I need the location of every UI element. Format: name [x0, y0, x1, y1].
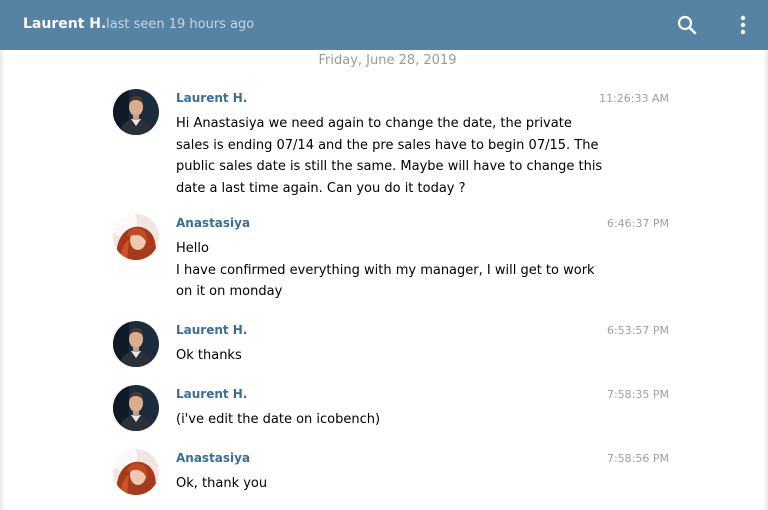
- chat-header: Laurent H. last seen 19 hours ago: [0, 0, 768, 50]
- search-button[interactable]: [672, 10, 702, 40]
- avatar[interactable]: [113, 89, 159, 135]
- message-text-line: I have confirmed everything with my mana…: [176, 262, 595, 278]
- message-text: Hello I have confirmed everything with my…: [176, 238, 596, 303]
- message-text: (i've edit the date on icobench): [176, 409, 596, 431]
- message-text: Hi Anastasiya we need again to change th…: [176, 113, 603, 199]
- avatar[interactable]: [113, 321, 159, 367]
- message-text-line: (i've edit the date on icobench): [176, 412, 381, 427]
- message-text-line: Ok thanks: [176, 348, 242, 363]
- right-edge-shadow: [763, 50, 768, 510]
- search-icon: [677, 15, 697, 35]
- message-text-line: on it on monday: [176, 284, 283, 299]
- message-author[interactable]: Laurent H.: [176, 91, 247, 105]
- avatar[interactable]: [113, 214, 159, 260]
- message-text-line: date a last time again. Can you do it to…: [176, 180, 466, 196]
- avatar[interactable]: [113, 385, 159, 431]
- more-button[interactable]: [728, 10, 758, 40]
- date-separator: Friday, June 28, 2019: [318, 53, 457, 68]
- message-text-line: Hi Anastasiya we need again to change th…: [176, 116, 572, 131]
- contact-status: last seen 19 hours ago: [106, 17, 255, 32]
- message-time: 7:58:56 PM: [606, 452, 669, 465]
- message-time: 6:53:57 PM: [606, 324, 669, 337]
- message-text-line: sales is ending 07/14 and the pre sales …: [176, 137, 599, 153]
- message-text: Ok thanks: [176, 345, 596, 367]
- message-author[interactable]: Anastasiya: [176, 451, 250, 465]
- message-author[interactable]: Laurent H.: [176, 387, 247, 401]
- left-edge-shadow: [0, 50, 5, 510]
- contact-name[interactable]: Laurent H.: [23, 16, 106, 32]
- more-vertical-icon: [740, 15, 746, 35]
- message-text-line: public sales date is still the same. May…: [176, 159, 603, 174]
- message-text-line: Ok, thank you: [176, 476, 268, 491]
- message-author[interactable]: Anastasiya: [176, 216, 250, 230]
- message-time: 7:58:35 PM: [606, 388, 669, 401]
- message-author[interactable]: Laurent H.: [176, 323, 247, 337]
- avatar[interactable]: [113, 449, 159, 495]
- message-text-line: Hello: [176, 241, 209, 256]
- message-time: 11:26:33 AM: [599, 92, 669, 105]
- message-time: 6:46:37 PM: [606, 217, 669, 230]
- message-text: Ok, thank you: [176, 473, 596, 495]
